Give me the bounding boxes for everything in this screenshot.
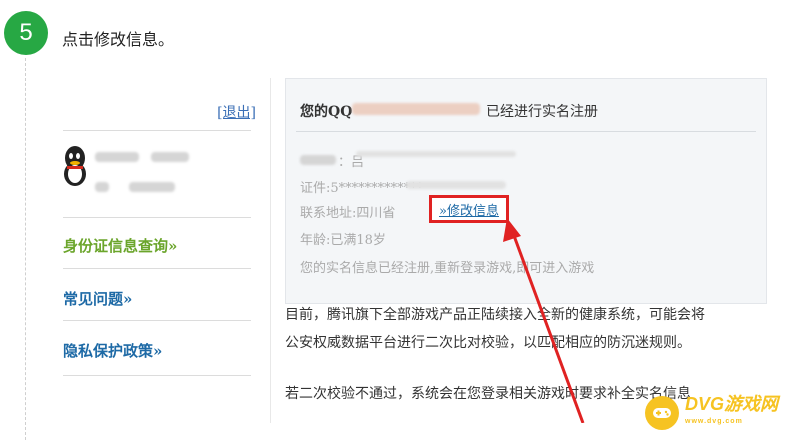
red-arrow-icon (503, 218, 585, 423)
site-watermark: DVG游戏网 www.dvg.com (645, 393, 795, 433)
watermark-name: DVG游戏网 (685, 394, 779, 414)
step-timeline-line (25, 58, 26, 440)
step-instruction: 点击修改信息。 (62, 30, 175, 49)
screenshot-frame: [退出] 身份证信息查询» 常见问题» 隐私保护政策» 您的QQ 已经进行实名注… (63, 78, 783, 423)
gamepad-icon (645, 396, 679, 430)
step-number-badge: 5 (4, 11, 48, 55)
watermark-url: www.dvg.com (685, 418, 743, 425)
